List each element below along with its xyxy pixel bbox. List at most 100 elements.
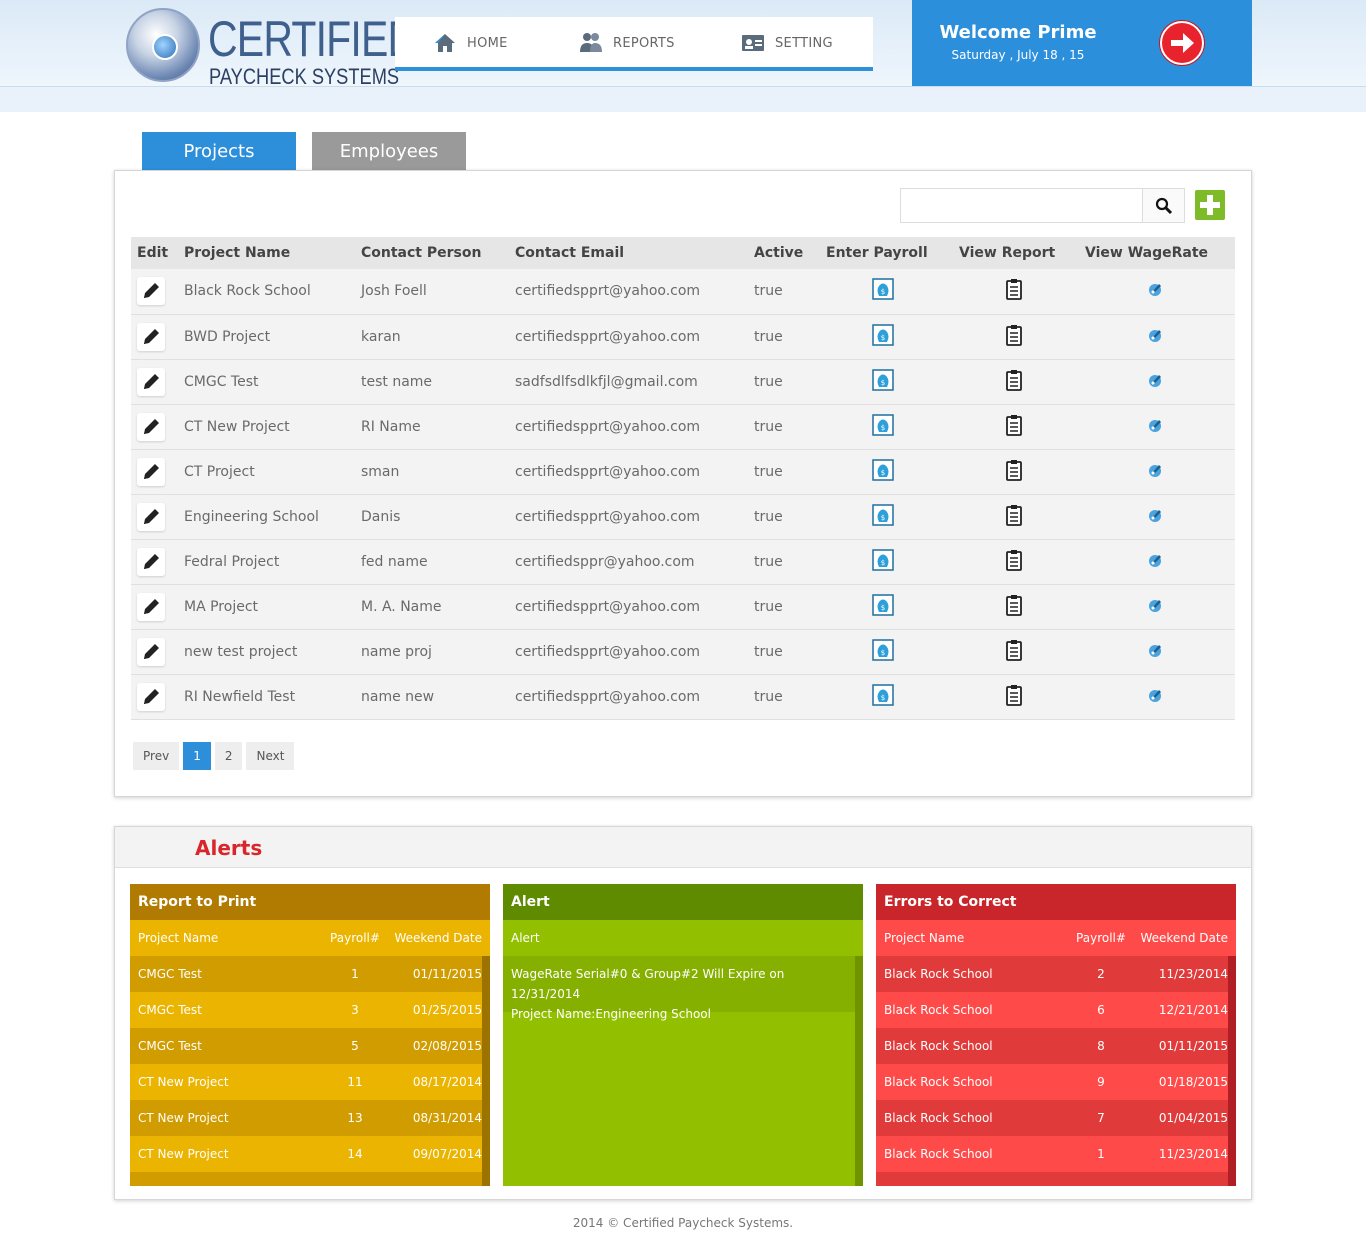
view-wagerate-button[interactable] — [1147, 552, 1163, 572]
edit-button[interactable] — [137, 637, 165, 666]
pager-next[interactable]: Next — [246, 742, 295, 770]
enter-payroll-button[interactable]: $ — [872, 638, 894, 665]
edit-button[interactable] — [137, 412, 165, 441]
money-bag-icon: $ — [872, 278, 894, 300]
contact-email-cell: certifiedspprt@yahoo.com — [509, 629, 748, 675]
enter-payroll-button[interactable]: $ — [872, 368, 894, 395]
tab-employees[interactable]: Employees — [312, 132, 466, 170]
view-wagerate-button[interactable] — [1147, 507, 1163, 527]
alert-row-date: 11/23/2014 — [1158, 1147, 1228, 1161]
enter-payroll-button[interactable]: $ — [872, 458, 894, 485]
alerts-header: Alerts — [115, 827, 1251, 868]
list-item[interactable]: Black Rock School 1 11/23/2014 — [876, 1136, 1236, 1172]
nav-setting[interactable]: SETTING — [741, 31, 833, 55]
view-report-button[interactable] — [1005, 414, 1023, 440]
pencil-icon — [144, 283, 159, 299]
edit-button[interactable] — [137, 322, 165, 351]
list-item[interactable]: CMGC Test 3 01/25/2015 — [130, 992, 490, 1028]
add-project-button[interactable] — [1195, 190, 1225, 220]
list-item[interactable]: Black Rock School 7 01/04/2015 — [876, 1100, 1236, 1136]
enter-payroll-button[interactable]: $ — [872, 683, 894, 710]
view-report-button[interactable] — [1005, 549, 1023, 575]
view-report-button[interactable] — [1005, 278, 1023, 304]
report-col-date: Weekend Date — [394, 931, 482, 945]
footer: 2014 © Certified Paycheck Systems. — [572, 1216, 794, 1230]
view-report-button[interactable] — [1005, 684, 1023, 710]
alert-row-project: CT New Project — [138, 1075, 229, 1089]
view-wagerate-cell — [1079, 674, 1235, 720]
edit-button[interactable] — [137, 277, 165, 306]
welcome-title: Welcome Prime — [939, 22, 1097, 43]
search-button[interactable] — [1142, 189, 1184, 222]
edit-cell — [131, 269, 178, 315]
contact-email-cell: sadfsdlfsdlkfjl@gmail.com — [509, 359, 748, 405]
pager-prev[interactable]: Prev — [133, 742, 180, 770]
project-name-cell: Engineering School — [178, 494, 355, 540]
report-col-project: Project Name — [138, 931, 219, 945]
table-header-row: Edit Project Name Contact Person Contact… — [131, 237, 1235, 269]
nav-reports-label: REPORTS — [613, 35, 675, 51]
edit-button[interactable] — [137, 367, 165, 396]
alert-row-payroll: 9 — [1097, 1075, 1105, 1089]
view-wagerate-button[interactable] — [1147, 327, 1163, 347]
edit-button[interactable] — [137, 682, 165, 711]
list-item[interactable]: CMGC Test 1 01/11/2015 — [130, 956, 490, 992]
svg-text:$: $ — [881, 559, 885, 567]
report-scrollbar[interactable] — [482, 956, 490, 1186]
view-wagerate-button[interactable] — [1147, 462, 1163, 482]
view-wagerate-cell — [1079, 314, 1235, 360]
view-wagerate-button[interactable] — [1147, 281, 1163, 301]
view-report-button[interactable] — [1005, 639, 1023, 665]
view-wagerate-button[interactable] — [1147, 642, 1163, 662]
errors-scrollbar[interactable] — [1228, 956, 1236, 1186]
pager-page-2[interactable]: 2 — [214, 742, 243, 770]
logo[interactable]: CERTIFIED PAYCHECK SYSTEMS — [126, 8, 417, 89]
enter-payroll-button[interactable]: $ — [872, 413, 894, 440]
tab-projects[interactable]: Projects — [142, 132, 296, 170]
search-input[interactable] — [901, 189, 1142, 222]
alert-scrollbar[interactable] — [855, 956, 863, 1186]
active-cell: true — [748, 269, 820, 315]
view-wagerate-button[interactable] — [1147, 372, 1163, 392]
errors-to-correct-box: Errors to Correct Project Name Payroll# … — [876, 884, 1236, 1186]
edit-button[interactable] — [137, 502, 165, 531]
list-item[interactable]: Black Rock School 9 01/18/2015 — [876, 1064, 1236, 1100]
view-wagerate-button[interactable] — [1147, 597, 1163, 617]
view-wagerate-cell — [1079, 539, 1235, 585]
list-item[interactable]: Black Rock School 2 11/23/2014 — [876, 956, 1236, 992]
wagerate-icon — [1149, 464, 1161, 477]
list-item[interactable]: CT New Project 13 08/31/2014 — [130, 1100, 490, 1136]
view-report-button[interactable] — [1005, 594, 1023, 620]
svg-text:$: $ — [881, 649, 885, 657]
contact-person-cell: test name — [355, 359, 509, 405]
edit-cell — [131, 404, 178, 450]
list-item[interactable]: CMGC Test 5 02/08/2015 — [130, 1028, 490, 1064]
edit-button[interactable] — [137, 592, 165, 621]
list-item[interactable]: Black Rock School 8 01/11/2015 — [876, 1028, 1236, 1064]
edit-button[interactable] — [137, 547, 165, 576]
logout-button[interactable] — [1160, 21, 1204, 65]
list-item[interactable]: Black Rock School 6 12/21/2014 — [876, 992, 1236, 1028]
alert-row-payroll: 13 — [347, 1111, 363, 1125]
pager-page-1[interactable]: 1 — [183, 742, 211, 770]
view-report-button[interactable] — [1005, 504, 1023, 530]
list-item[interactable]: CT New Project 14 09/07/2014 — [130, 1136, 490, 1172]
plus-icon — [1200, 195, 1220, 215]
enter-payroll-button[interactable]: $ — [872, 503, 894, 530]
view-wagerate-button[interactable] — [1147, 687, 1163, 707]
nav-home[interactable]: HOME — [433, 31, 508, 55]
nav-reports[interactable]: REPORTS — [579, 31, 675, 55]
view-report-button[interactable] — [1005, 324, 1023, 350]
view-report-button[interactable] — [1005, 459, 1023, 485]
view-wagerate-cell — [1079, 584, 1235, 630]
enter-payroll-button[interactable]: $ — [872, 548, 894, 575]
view-wagerate-button[interactable] — [1147, 417, 1163, 437]
enter-payroll-button[interactable]: $ — [872, 593, 894, 620]
enter-payroll-button[interactable]: $ — [872, 278, 894, 304]
alert-row-payroll: 1 — [351, 967, 359, 981]
alert-row-payroll: 8 — [1097, 1039, 1105, 1053]
view-report-button[interactable] — [1005, 369, 1023, 395]
edit-button[interactable] — [137, 457, 165, 486]
list-item[interactable]: CT New Project 11 08/17/2014 — [130, 1064, 490, 1100]
enter-payroll-button[interactable]: $ — [872, 323, 894, 350]
